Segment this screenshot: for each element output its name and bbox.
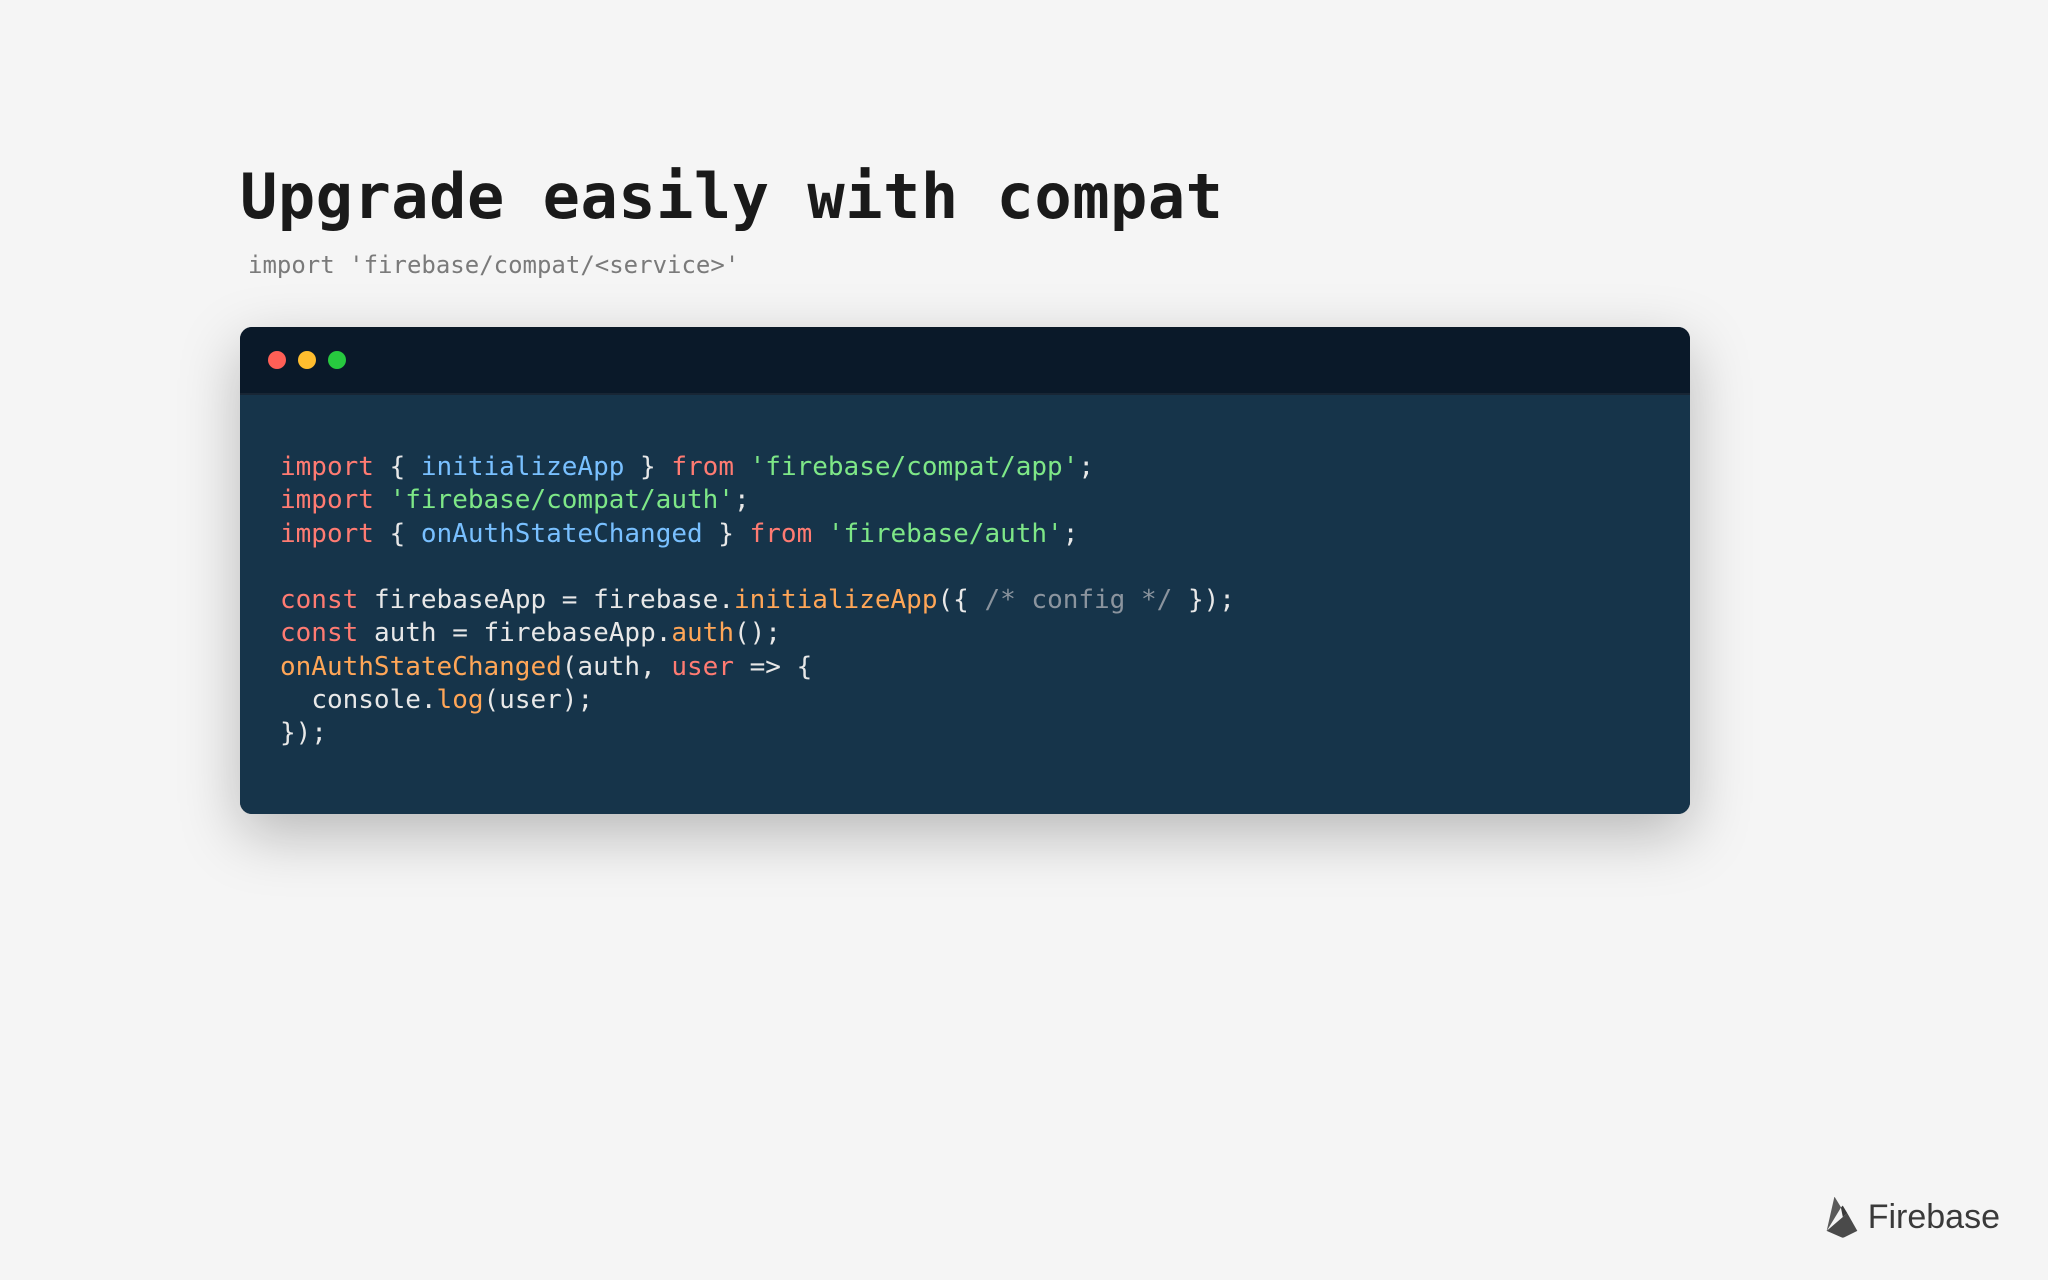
code-line: import { initializeApp } from 'firebase/… <box>280 451 1650 484</box>
code-line: import 'firebase/compat/auth'; <box>280 484 1650 517</box>
code-token: ; <box>1078 452 1094 482</box>
code-line: const firebaseApp = firebase.initializeA… <box>280 584 1650 617</box>
code-token: 'firebase/compat/auth' <box>390 485 734 515</box>
slide-content: Upgrade easily with compat import 'fireb… <box>0 0 2048 814</box>
code-token: = <box>546 585 593 615</box>
code-token: = <box>437 618 484 648</box>
code-token: onAuthStateChanged <box>280 652 562 682</box>
code-token <box>812 519 828 549</box>
code-token: initializeApp <box>421 452 625 482</box>
code-token: (); <box>734 618 781 648</box>
code-line: }); <box>280 717 1650 750</box>
code-token: }); <box>280 718 327 748</box>
code-token: user <box>671 652 734 682</box>
code-line <box>280 551 1650 584</box>
code-token: . <box>656 618 672 648</box>
traffic-light-green-icon <box>328 351 346 369</box>
code-token <box>280 685 311 715</box>
code-token <box>734 452 750 482</box>
code-token: ); <box>562 685 593 715</box>
firebase-flame-icon <box>1826 1196 1858 1238</box>
code-token: . <box>421 685 437 715</box>
code-token: } <box>703 519 750 549</box>
code-token: ; <box>734 485 750 515</box>
code-token: } <box>624 452 671 482</box>
code-token: . <box>718 585 734 615</box>
code-line: import { onAuthStateChanged } from 'fire… <box>280 518 1650 551</box>
slide-title: Upgrade easily with compat <box>240 160 1808 233</box>
code-token: const <box>280 585 358 615</box>
code-token: , <box>640 652 671 682</box>
code-token: const <box>280 618 358 648</box>
code-token: import <box>280 519 374 549</box>
code-token <box>280 552 296 582</box>
code-token: { <box>374 452 421 482</box>
code-token: auth <box>374 618 437 648</box>
code-token: from <box>750 519 813 549</box>
code-token: auth <box>671 618 734 648</box>
firebase-logo-text: Firebase <box>1868 1198 2000 1237</box>
code-token: ; <box>1063 519 1079 549</box>
code-token: { <box>374 519 421 549</box>
code-token: 'firebase/auth' <box>828 519 1063 549</box>
code-line: onAuthStateChanged(auth, user => { <box>280 651 1650 684</box>
code-token: firebase <box>593 585 718 615</box>
code-token: import <box>280 485 374 515</box>
firebase-logo: Firebase <box>1826 1196 2000 1238</box>
code-line: console.log(user); <box>280 684 1650 717</box>
code-body: import { initializeApp } from 'firebase/… <box>240 395 1690 814</box>
code-token: import <box>280 452 374 482</box>
code-token: onAuthStateChanged <box>421 519 703 549</box>
code-token: user <box>499 685 562 715</box>
code-token: initializeApp <box>734 585 938 615</box>
traffic-light-red-icon <box>268 351 286 369</box>
slide-subtitle: import 'firebase/compat/<service>' <box>248 251 1808 279</box>
code-token: from <box>671 452 734 482</box>
code-token: firebaseApp <box>484 618 656 648</box>
code-token: /* config */ <box>984 585 1172 615</box>
window-header <box>240 327 1690 395</box>
code-token: log <box>437 685 484 715</box>
code-window: import { initializeApp } from 'firebase/… <box>240 327 1690 814</box>
traffic-light-yellow-icon <box>298 351 316 369</box>
code-token: 'firebase/compat/app' <box>750 452 1079 482</box>
code-token: }); <box>1172 585 1235 615</box>
code-token: firebaseApp <box>374 585 546 615</box>
code-token: => { <box>734 652 812 682</box>
code-token: auth <box>577 652 640 682</box>
code-token: ({ <box>937 585 984 615</box>
code-token <box>374 485 390 515</box>
code-token <box>358 585 374 615</box>
code-token: ( <box>484 685 500 715</box>
code-token: console <box>311 685 421 715</box>
code-line: const auth = firebaseApp.auth(); <box>280 617 1650 650</box>
code-token <box>358 618 374 648</box>
code-token: ( <box>562 652 578 682</box>
